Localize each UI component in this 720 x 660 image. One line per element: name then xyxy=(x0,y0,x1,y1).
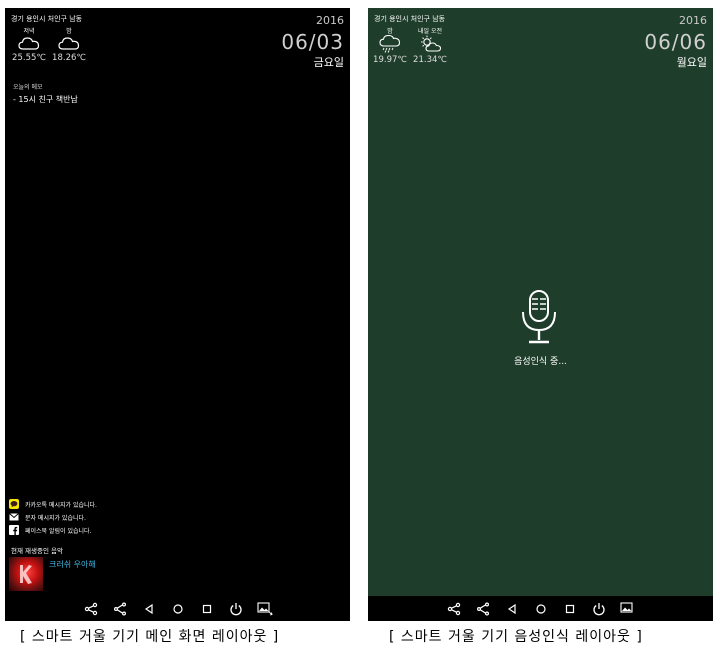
caption-voice-layout: [ 스마트 거울 기기 음성인식 레이아웃 ] xyxy=(389,629,643,645)
memo-item: - 15시 친구 책반납 xyxy=(13,95,78,104)
share-icon[interactable] xyxy=(440,596,468,621)
song-title[interactable]: 크러쉬 우아해 xyxy=(49,559,96,570)
weather-temp: 18.26℃ xyxy=(52,53,86,63)
notification-item[interactable]: 문자 메시지가 있습니다. xyxy=(9,511,97,523)
navigation-bar xyxy=(5,596,350,621)
weather-time-label: 밤 xyxy=(387,28,393,35)
share-icon[interactable] xyxy=(77,596,105,621)
weather-night: 밤 19.97℃ xyxy=(370,26,410,65)
voice-recognition-screen: 경기 용인시 처인구 남동 밤 19.97℃ 내일 오전 21.34℃ 2016… xyxy=(368,8,713,621)
main-screen: 경기 용인시 처인구 남동 저녁 25.55℃ 밤 18.26℃ 2016 06… xyxy=(5,8,350,621)
album-art[interactable] xyxy=(9,557,43,591)
power-icon[interactable] xyxy=(222,596,250,621)
date-label: 06/03 xyxy=(281,30,344,54)
recents-icon[interactable] xyxy=(193,596,221,621)
caption-main-layout: [ 스마트 거울 기기 메인 화면 레이아웃 ] xyxy=(20,629,280,645)
date-label: 06/06 xyxy=(644,30,707,54)
notification-item[interactable]: 페이스북 알림이 있습니다. xyxy=(9,524,97,536)
weather-temp: 19.97℃ xyxy=(373,55,407,65)
home-icon[interactable] xyxy=(164,596,192,621)
weekday-label: 월요일 xyxy=(676,56,707,69)
notification-text: 카카오톡 메시지가 있습니다. xyxy=(25,501,97,509)
weather-temp: 25.55℃ xyxy=(12,53,46,63)
power-icon[interactable] xyxy=(585,596,613,621)
back-icon[interactable] xyxy=(498,596,526,621)
weather-time-label: 저녁 xyxy=(23,28,35,35)
weather-evening: 저녁 25.55℃ xyxy=(9,26,49,63)
partly-sunny-icon xyxy=(421,35,442,52)
home-icon[interactable] xyxy=(527,596,555,621)
notification-text: 문자 메시지가 있습니다. xyxy=(25,514,86,522)
microphone-icon[interactable] xyxy=(518,290,560,346)
gallery-icon[interactable] xyxy=(614,596,642,621)
notification-item[interactable]: 카카오톡 메시지가 있습니다. xyxy=(9,498,97,510)
location-label: 경기 용인시 처인구 남동 xyxy=(11,15,83,23)
cloud-icon xyxy=(18,37,40,50)
facebook-icon xyxy=(9,525,19,535)
share-outline-icon[interactable] xyxy=(469,596,497,621)
now-playing-title: 현재 재생중인 음악 xyxy=(11,547,63,555)
weather-time-label: 밤 xyxy=(66,28,72,35)
rain-cloud-icon xyxy=(379,35,401,53)
year-label: 2016 xyxy=(316,14,344,27)
cloud-icon xyxy=(58,37,80,50)
notification-text: 페이스북 알림이 있습니다. xyxy=(25,527,92,535)
weather-temp: 21.34℃ xyxy=(413,55,447,65)
gallery-icon[interactable] xyxy=(251,596,279,621)
recents-icon[interactable] xyxy=(556,596,584,621)
location-label: 경기 용인시 처인구 남동 xyxy=(374,15,446,23)
year-label: 2016 xyxy=(679,14,707,27)
share-outline-icon[interactable] xyxy=(106,596,134,621)
album-art-mark xyxy=(20,565,32,584)
weather-time-label: 내일 오전 xyxy=(418,28,442,35)
voice-status-label: 음성인식 중... xyxy=(514,357,567,367)
kakaotalk-icon xyxy=(9,499,19,509)
weather-tomorrow-morning: 내일 오전 21.34℃ xyxy=(410,26,450,65)
notification-list: 카카오톡 메시지가 있습니다. 문자 메시지가 있습니다. 페이스북 알림이 있… xyxy=(9,498,97,537)
memo-title: 오늘의 메모 xyxy=(13,84,43,91)
weather-night: 밤 18.26℃ xyxy=(49,26,89,63)
navigation-bar xyxy=(368,596,713,621)
weekday-label: 금요일 xyxy=(313,56,344,69)
back-icon[interactable] xyxy=(135,596,163,621)
mail-icon xyxy=(9,512,19,522)
